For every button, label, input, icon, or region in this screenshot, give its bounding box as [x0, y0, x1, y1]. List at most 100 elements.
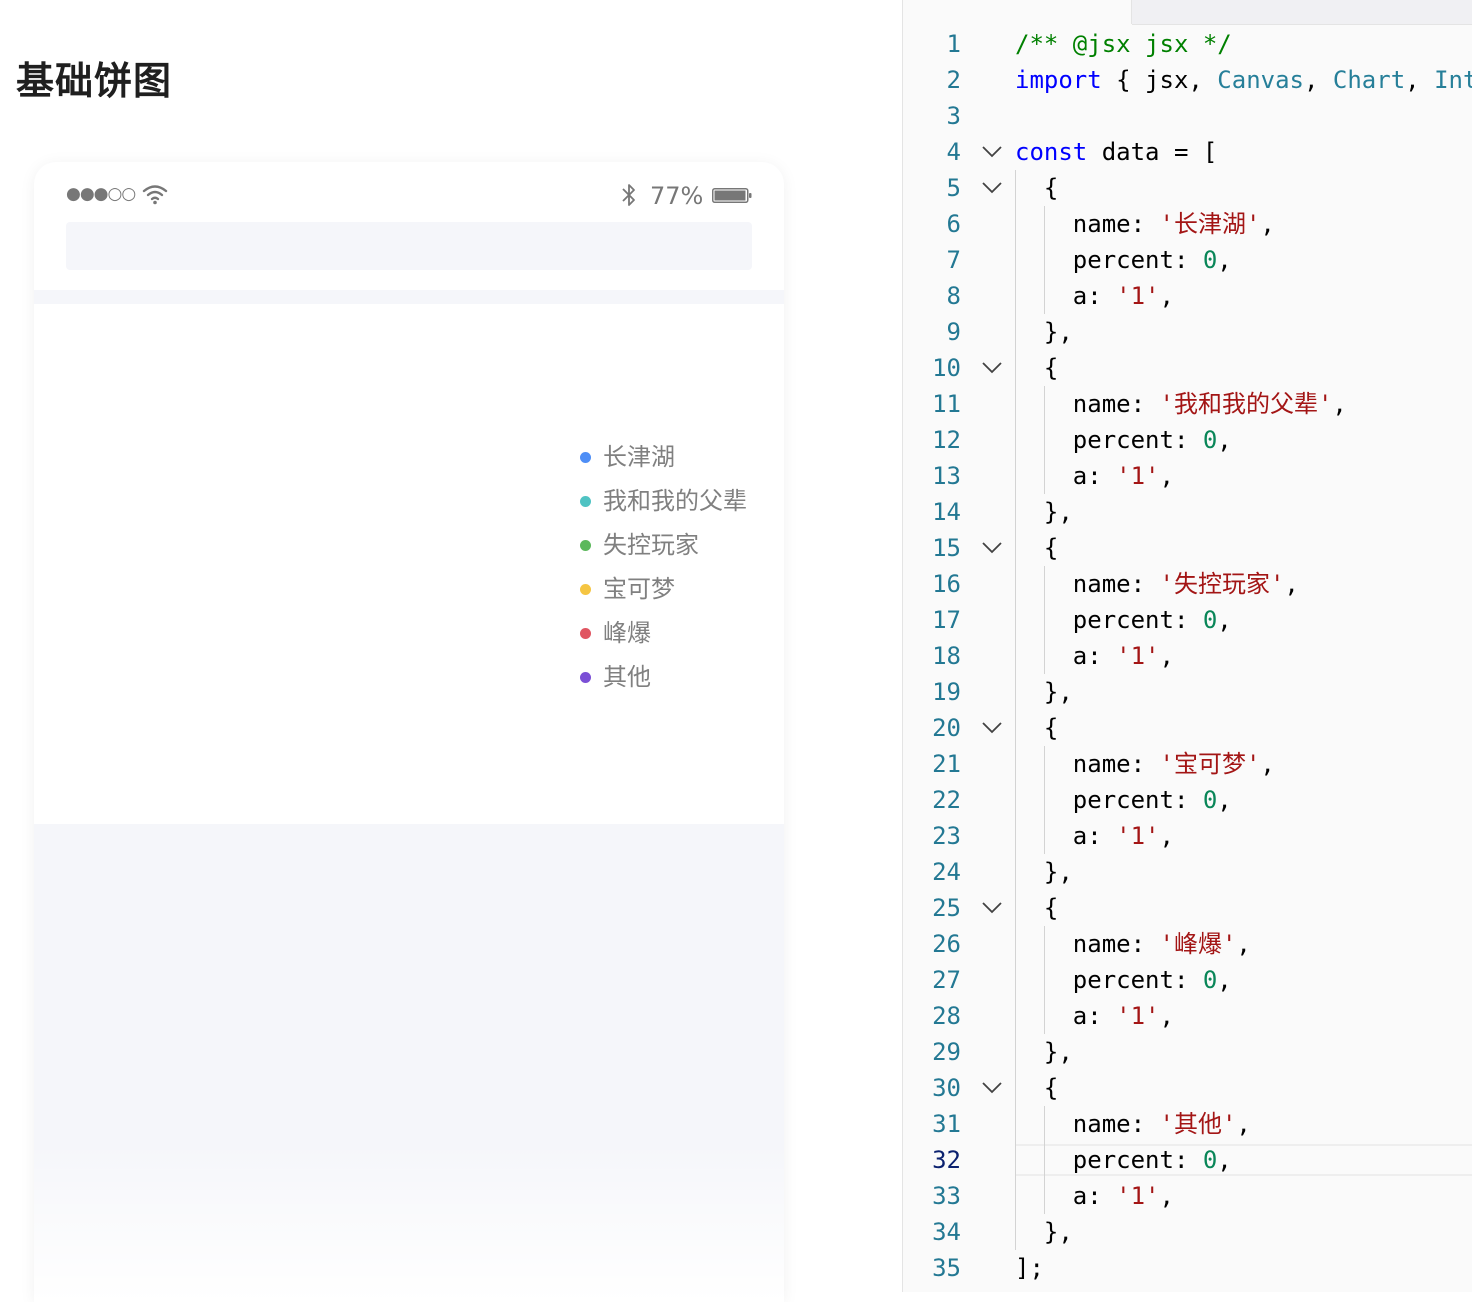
line-number: 30: [932, 1074, 961, 1102]
code-text: percent: 0,: [1015, 426, 1232, 454]
code-line[interactable]: 4 const data = [: [903, 134, 1472, 170]
indent-guide: [1043, 1106, 1045, 1214]
line-number: 27: [932, 966, 961, 994]
code-line[interactable]: 10 {: [903, 350, 1472, 386]
line-number: 11: [932, 390, 961, 418]
legend-item[interactable]: 其他: [580, 656, 780, 700]
search-bar[interactable]: [66, 222, 752, 270]
code-line[interactable]: 17 percent: 0,: [903, 602, 1472, 638]
code-line[interactable]: 15 {: [903, 530, 1472, 566]
line-number: 28: [932, 1002, 961, 1030]
code-line[interactable]: 21 name: '宝可梦',: [903, 746, 1472, 782]
code-text: name: '失控玩家',: [1015, 570, 1299, 598]
code-line[interactable]: 5 {: [903, 170, 1472, 206]
code-line[interactable]: 34 },: [903, 1214, 1472, 1250]
chevron-down-icon[interactable]: [981, 899, 1003, 917]
line-number: 19: [932, 678, 961, 706]
code-text: {: [1015, 1074, 1059, 1102]
status-bar: ●●●○○ 77%: [34, 162, 784, 222]
chevron-down-icon[interactable]: [981, 143, 1003, 161]
line-number: 22: [932, 786, 961, 814]
code-text: },: [1015, 1218, 1073, 1246]
line-number: 12: [932, 426, 961, 454]
line-number: 18: [932, 642, 961, 670]
code-line[interactable]: 14 },: [903, 494, 1472, 530]
code-line[interactable]: 22 percent: 0,: [903, 782, 1472, 818]
chevron-down-icon[interactable]: [981, 719, 1003, 737]
code-text: {: [1015, 534, 1059, 562]
code-line[interactable]: 6 name: '长津湖',: [903, 206, 1472, 242]
line-number: 1: [946, 30, 961, 58]
code-line[interactable]: 25 {: [903, 890, 1472, 926]
battery-percent: 77%: [650, 182, 704, 210]
chevron-down-icon[interactable]: [981, 179, 1003, 197]
code-text: percent: 0,: [1015, 246, 1232, 274]
code-line[interactable]: 33 a: '1',: [903, 1178, 1472, 1214]
legend-item[interactable]: 宝可梦: [580, 568, 780, 612]
code-line[interactable]: 7 percent: 0,: [903, 242, 1472, 278]
code-editor[interactable]: 1 /** @jsx jsx */ 2 import { jsx, Canvas, C…: [903, 0, 1472, 1292]
code-line[interactable]: 23 a: '1',: [903, 818, 1472, 854]
code-line[interactable]: 1 /** @jsx jsx */: [903, 26, 1472, 62]
code-line[interactable]: 8 a: '1',: [903, 278, 1472, 314]
line-number: 29: [932, 1038, 961, 1066]
code-line[interactable]: 13 a: '1',: [903, 458, 1472, 494]
code-line[interactable]: 18 a: '1',: [903, 638, 1472, 674]
chevron-down-icon[interactable]: [981, 359, 1003, 377]
code-text: a: '1',: [1015, 462, 1174, 490]
signal-strength-icon: ●●●○○: [66, 184, 136, 204]
code-text: a: '1',: [1015, 822, 1174, 850]
code-line[interactable]: 16 name: '失控玩家',: [903, 566, 1472, 602]
code-text: name: '宝可梦',: [1015, 750, 1275, 778]
line-number: 13: [932, 462, 961, 490]
legend-item[interactable]: 失控玩家: [580, 524, 780, 568]
editor-tab-active[interactable]: [903, 0, 1132, 24]
code-line[interactable]: 35];: [903, 1250, 1472, 1286]
code-text: {: [1015, 714, 1059, 742]
line-number: 17: [932, 606, 961, 634]
code-line[interactable]: 29 },: [903, 1034, 1472, 1070]
code-text: },: [1015, 1038, 1073, 1066]
code-line[interactable]: 30 {: [903, 1070, 1472, 1106]
code-line[interactable]: 11 name: '我和我的父辈',: [903, 386, 1472, 422]
line-number: 14: [932, 498, 961, 526]
indent-guide: [1043, 386, 1045, 494]
code-line[interactable]: 27 percent: 0,: [903, 962, 1472, 998]
code-text: /** @jsx jsx */: [1015, 30, 1232, 58]
indent-guide: [1015, 170, 1016, 1250]
code-text: percent: 0,: [1015, 606, 1232, 634]
code-line[interactable]: 26 name: '峰爆',: [903, 926, 1472, 962]
line-number: 35: [932, 1254, 961, 1282]
chevron-down-icon[interactable]: [981, 539, 1003, 557]
code-line[interactable]: 28 a: '1',: [903, 998, 1472, 1034]
code-line[interactable]: 31 name: '其他',: [903, 1106, 1472, 1142]
code-line[interactable]: 32 percent: 0,: [903, 1142, 1472, 1178]
code-text: percent: 0,: [1015, 966, 1232, 994]
line-number: 16: [932, 570, 961, 598]
line-number: 34: [932, 1218, 961, 1246]
code-line[interactable]: 12 percent: 0,: [903, 422, 1472, 458]
code-line[interactable]: 9 },: [903, 314, 1472, 350]
editor-tab-inactive[interactable]: [1132, 0, 1472, 25]
line-number: 3: [946, 102, 961, 130]
legend-item[interactable]: 长津湖: [580, 436, 780, 480]
code-text: {: [1015, 894, 1059, 922]
code-line[interactable]: 3: [903, 98, 1472, 134]
code-text: a: '1',: [1015, 642, 1174, 670]
legend-item[interactable]: 我和我的父辈: [580, 480, 780, 524]
legend-dot: [580, 452, 591, 463]
battery-icon: [712, 188, 752, 203]
code-line[interactable]: 2 import { jsx, Canvas, Chart, Int: [903, 62, 1472, 98]
code-line[interactable]: 19 },: [903, 674, 1472, 710]
line-number: 2: [946, 66, 961, 94]
legend-item[interactable]: 峰爆: [580, 612, 780, 656]
phone-preview: ●●●○○ 77% 长津湖 我和我的父辈 失控玩家 宝可梦 峰爆 其他: [34, 162, 784, 1302]
line-number: 31: [932, 1110, 961, 1138]
indent-guide: [1043, 746, 1045, 854]
code-text: },: [1015, 858, 1073, 886]
code-text: const data = [: [1015, 138, 1218, 166]
code-line[interactable]: 24 },: [903, 854, 1472, 890]
chevron-down-icon[interactable]: [981, 1079, 1003, 1097]
code-line[interactable]: 20 {: [903, 710, 1472, 746]
line-number: 32: [932, 1146, 961, 1174]
